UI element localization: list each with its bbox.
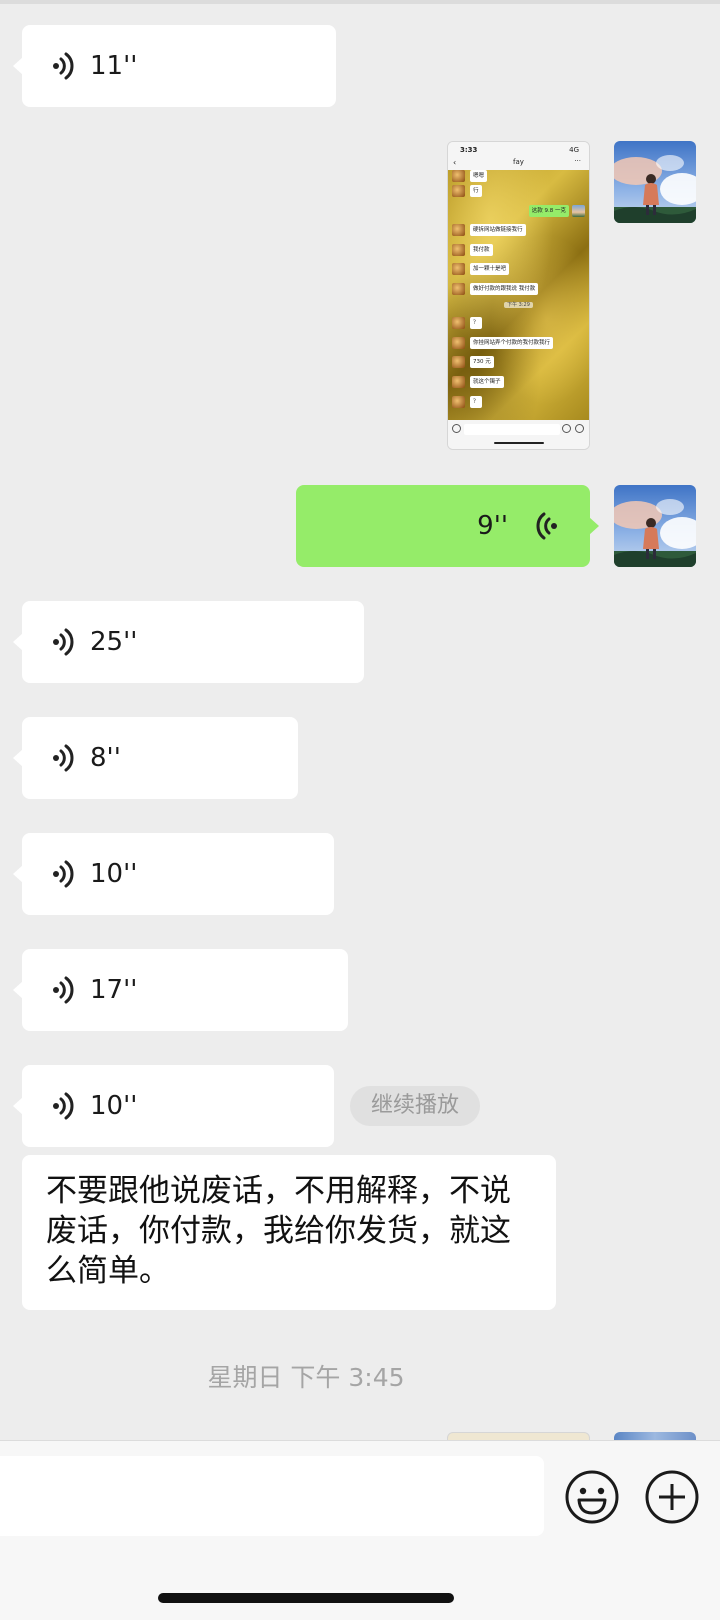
plus-icon[interactable] [644, 1469, 700, 1525]
screenshot-message: 730 元 [470, 356, 494, 368]
screenshot-message: ？ [470, 396, 482, 408]
avatar-image [614, 485, 696, 567]
voice-duration: 10'' [90, 859, 138, 889]
screenshot-message: 我付款 [470, 244, 493, 256]
screenshot-message: 这款 9.8 一克 [528, 205, 569, 217]
continue-play-button[interactable]: 继续播放 [350, 1086, 480, 1126]
screenshot-input-bar [448, 420, 589, 449]
timestamp: 星期日 下午 3:45 [207, 1363, 405, 1392]
avatar-partial[interactable] [614, 1432, 696, 1440]
voice-message-incoming[interactable]: 11'' [13, 25, 336, 107]
voice-wave-icon [536, 512, 557, 540]
voice-message-incoming[interactable]: 8'' [13, 717, 298, 799]
voice-duration: 8'' [90, 743, 121, 773]
voice-duration: 9'' [477, 511, 508, 541]
avatar[interactable] [614, 141, 696, 223]
image-message-screenshot[interactable]: 3:33 4G ‹ fay ··· 嗯嗯 行 这款 9.8 一克 硬拆网站做链接… [447, 141, 590, 450]
screenshot-message: 嗯嗯 [470, 170, 488, 182]
voice-wave-icon [53, 976, 74, 1004]
emoji-icon[interactable] [564, 1469, 620, 1525]
screenshot-header: 3:33 4G ‹ fay ··· [448, 142, 589, 170]
screenshot-message: 做好付款的跟我说 我付款 [470, 283, 539, 295]
screenshot-message: 加一颗十是吧 [470, 263, 510, 275]
voice-message-incoming[interactable]: 10'' [13, 1065, 334, 1147]
voice-wave-icon [53, 1092, 74, 1120]
text-message-incoming[interactable]: 不要跟他说废话，不用解释，不说废话，你付款，我给你发货，就这么简单。 [22, 1155, 556, 1310]
home-indicator[interactable] [158, 1593, 454, 1603]
voice-duration: 11'' [90, 51, 138, 81]
screenshot-message: 硬拆网站做链接我行 [470, 224, 526, 236]
screenshot-message: 你挂网站弄个付款的我付款我行 [470, 337, 554, 349]
chat-area[interactable]: 11'' 3:33 4G ‹ fay ··· 嗯嗯 行 这款 9.8 一克 硬拆… [0, 0, 720, 1440]
input-bar [0, 1440, 720, 1620]
avatar-image [614, 141, 696, 223]
voice-duration: 17'' [90, 975, 138, 1005]
voice-message-incoming[interactable]: 25'' [13, 601, 364, 683]
more-icon: ··· [574, 157, 581, 165]
divider [0, 0, 720, 4]
voice-duration: 10'' [90, 1091, 138, 1121]
voice-wave-icon [53, 52, 74, 80]
screenshot-timestamp: 下午 3:29 [504, 302, 533, 308]
screenshot-signal: 4G [569, 146, 579, 154]
screenshot-message: ？ [470, 317, 482, 329]
voice-wave-icon [53, 628, 74, 656]
screenshot-background: 嗯嗯 行 这款 9.8 一克 硬拆网站做链接我行 我付款 加一颗十是吧 做好付款… [448, 170, 589, 420]
message-input[interactable] [0, 1456, 544, 1536]
screenshot-message: 行 [470, 185, 482, 197]
voice-wave-icon [53, 860, 74, 888]
voice-message-outgoing[interactable]: 9'' [296, 485, 599, 567]
screenshot-chat-name: fay [513, 158, 524, 166]
voice-message-incoming[interactable]: 17'' [13, 949, 348, 1031]
avatar[interactable] [614, 485, 696, 567]
screenshot-message: 就这个镯子 [470, 376, 504, 388]
image-message-partial[interactable] [447, 1432, 590, 1440]
voice-duration: 25'' [90, 627, 138, 657]
voice-message-incoming[interactable]: 10'' [13, 833, 334, 915]
screenshot-time: 3:33 [460, 146, 478, 154]
voice-wave-icon [53, 744, 74, 772]
